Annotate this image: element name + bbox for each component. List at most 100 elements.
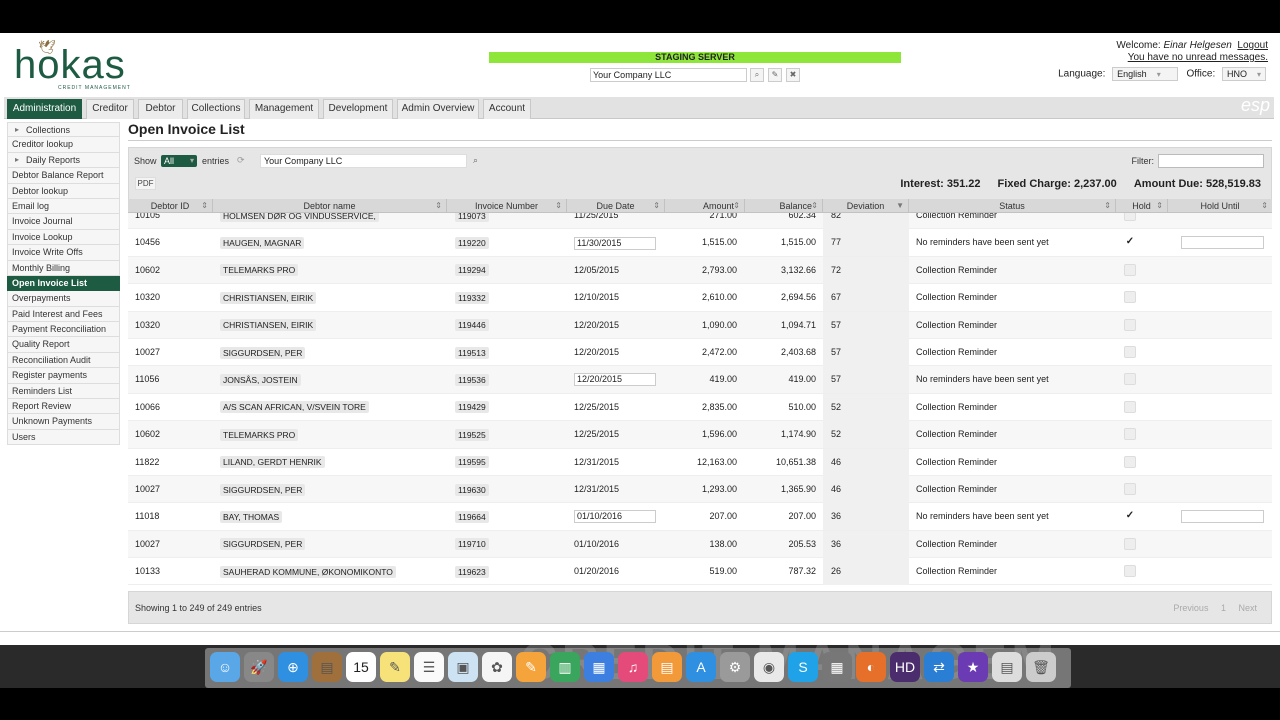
invoice-number-link[interactable]: 119332 bbox=[455, 291, 489, 304]
col-debtor-name[interactable]: Debtor name ⇕ bbox=[213, 199, 447, 213]
contacts-icon[interactable]: ▤ bbox=[312, 652, 342, 682]
finder-icon[interactable]: ☺ bbox=[210, 652, 240, 682]
tab-management[interactable]: Management bbox=[249, 99, 319, 119]
debtor-name-link[interactable]: HOLMSEN DØR OG VINDUSSERVICE, bbox=[220, 213, 379, 222]
debtor-name-link[interactable]: A/S SCAN AFRICAN, V/SVEIN TORE bbox=[220, 401, 369, 414]
office-select[interactable]: HNO bbox=[1222, 67, 1266, 81]
sidebar-item-reminders-list[interactable]: Reminders List bbox=[7, 383, 120, 400]
tab-debtor[interactable]: Debtor bbox=[138, 99, 183, 119]
table-row[interactable]: 10027 SIGGURDSEN, PER 119710 01/10/2016 138.… bbox=[128, 530, 1272, 559]
debtor-name-link[interactable]: SAUHERAD KOMMUNE, ØKONOMIKONTO bbox=[220, 565, 396, 578]
invoice-number-link[interactable]: 119429 bbox=[455, 401, 489, 414]
invoice-number-link[interactable]: 119525 bbox=[455, 428, 489, 441]
table-row[interactable]: 11056 JONSÅS, JOSTEIN 119536 12/20/2015 419.… bbox=[128, 366, 1272, 394]
preview-icon[interactable]: ▣ bbox=[448, 652, 478, 682]
debtor-name-link[interactable]: SIGGURDSEN, PER bbox=[220, 346, 306, 359]
debtor-name-link[interactable]: CHRISTIANSEN, EIRIK bbox=[220, 291, 317, 304]
sidebar-item-monthly-billing[interactable]: Monthly Billing bbox=[7, 260, 120, 276]
filter-input[interactable] bbox=[1158, 154, 1264, 168]
app-store-icon[interactable]: A bbox=[686, 652, 716, 682]
table-row[interactable]: 10066 A/S SCAN AFRICAN, V/SVEIN TORE 11942… bbox=[128, 393, 1272, 422]
logo[interactable]: 🕊 hokas CREDIT MANAGEMENT bbox=[14, 39, 134, 91]
col-status[interactable]: Status ⇕ bbox=[909, 199, 1116, 213]
imovie-icon[interactable]: ★ bbox=[958, 652, 988, 682]
messages-link[interactable]: You have no unread messages. bbox=[1128, 52, 1268, 63]
table-row[interactable]: 10133 SAUHERAD KOMMUNE, ØKONOMIKONTO 11962… bbox=[128, 558, 1272, 586]
safari-icon[interactable]: ⊕ bbox=[278, 652, 308, 682]
table-row[interactable]: 10320 CHRISTIANSEN, EIRIK 119446 12/20/2015… bbox=[128, 311, 1272, 339]
debtor-name-link[interactable]: SIGGURDSEN, PER bbox=[220, 538, 306, 551]
due-date-input[interactable]: 01/10/2016 bbox=[574, 510, 656, 524]
invoice-number-link[interactable]: 119073 bbox=[455, 213, 489, 222]
due-date-input[interactable]: 12/20/2015 bbox=[574, 373, 656, 387]
due-date-input[interactable]: 11/30/2015 bbox=[574, 236, 656, 250]
table-row[interactable]: 10320 CHRISTIANSEN, EIRIK 119332 12/10/2015… bbox=[128, 284, 1272, 312]
firefox-icon[interactable]: ◐ bbox=[856, 652, 886, 682]
sidebar-item-invoice-journal[interactable]: Invoice Journal bbox=[7, 214, 120, 230]
sidebar-item-creditor-lookup[interactable]: Creditor lookup bbox=[7, 137, 120, 153]
previous-button[interactable]: Previous bbox=[1173, 603, 1208, 613]
reminders-icon[interactable]: ☰ bbox=[414, 652, 444, 682]
col-debtor-id[interactable]: Debtor ID ⇕ bbox=[128, 199, 213, 213]
hold-checkbox[interactable]: ✓ bbox=[1124, 510, 1136, 523]
itunes-icon[interactable]: ♫ bbox=[618, 652, 648, 682]
keynote-icon[interactable]: ▦ bbox=[584, 652, 614, 682]
debtor-name-link[interactable]: CHRISTIANSEN, EIRIK bbox=[220, 319, 317, 332]
sidebar-item-open-invoice-list[interactable]: Open Invoice List bbox=[7, 275, 120, 292]
debtor-name-link[interactable]: LILAND, GERDT HENRIK bbox=[220, 456, 325, 469]
invoice-number-link[interactable]: 119536 bbox=[455, 373, 489, 386]
hold-checkbox[interactable] bbox=[1124, 263, 1136, 276]
hold-checkbox[interactable] bbox=[1124, 482, 1136, 495]
debtor-name-link[interactable]: SIGGURDSEN, PER bbox=[220, 483, 306, 496]
sidebar-item-daily-reports[interactable]: Daily Reports bbox=[7, 152, 120, 169]
hold-until-input[interactable] bbox=[1181, 510, 1264, 524]
hold-checkbox[interactable] bbox=[1124, 565, 1136, 578]
debtor-name-link[interactable]: BAY, THOMAS bbox=[220, 510, 283, 523]
sidebar-item-register-payments[interactable]: Register payments bbox=[7, 368, 120, 384]
language-select[interactable]: English bbox=[1112, 67, 1179, 81]
hold-checkbox[interactable] bbox=[1124, 537, 1136, 550]
table-row[interactable]: 10602 TELEMARKS PRO 119525 12/25/2015 1,596.… bbox=[128, 421, 1272, 449]
table-row[interactable]: 10027 SIGGURDSEN, PER 119630 12/31/2015 1,29… bbox=[128, 475, 1272, 504]
col-hold[interactable]: Hold ⇕ bbox=[1116, 199, 1168, 213]
launchpad-icon[interactable]: 🚀 bbox=[244, 652, 274, 682]
teamviewer-icon[interactable]: ⇄ bbox=[924, 652, 954, 682]
documents-icon[interactable]: ▤ bbox=[992, 652, 1022, 682]
skype-icon[interactable]: S bbox=[788, 652, 818, 682]
table-row[interactable]: 10456 HAUGEN, MAGNAR 119220 11/30/2015 1,515… bbox=[128, 229, 1272, 257]
table-row[interactable]: 10105 HOLMSEN DØR OG VINDUSSERVICE, 119073… bbox=[128, 213, 1272, 230]
sidebar-item-payment-reconciliation[interactable]: Payment Reconciliation bbox=[7, 322, 120, 338]
tab-collections[interactable]: Collections bbox=[187, 99, 245, 119]
sidebar-item-unknown-payments[interactable]: Unknown Payments bbox=[7, 414, 120, 430]
col-invoice-number[interactable]: Invoice Number ⇕ bbox=[447, 199, 567, 213]
sidebar-item-debtor-lookup[interactable]: Debtor lookup bbox=[7, 183, 120, 199]
invoice-number-link[interactable]: 119630 bbox=[455, 483, 489, 496]
hold-checkbox[interactable] bbox=[1124, 318, 1136, 331]
edit-icon[interactable]: ✎ bbox=[768, 68, 782, 82]
invoice-number-link[interactable]: 119595 bbox=[455, 456, 489, 469]
debtor-name-link[interactable]: HAUGEN, MAGNAR bbox=[220, 237, 305, 250]
tab-creditor[interactable]: Creditor bbox=[86, 99, 134, 119]
logout-link[interactable]: Logout bbox=[1237, 40, 1268, 51]
debtor-name-link[interactable]: JONSÅS, JOSTEIN bbox=[220, 373, 301, 386]
pdf-button[interactable]: PDF bbox=[135, 177, 156, 190]
table-body[interactable]: 10105 HOLMSEN DØR OG VINDUSSERVICE, 119073… bbox=[128, 213, 1272, 620]
col-hold-until[interactable]: Hold Until ⇕ bbox=[1168, 199, 1272, 213]
show-entries-select[interactable]: All bbox=[161, 155, 197, 167]
hold-checkbox[interactable] bbox=[1124, 455, 1136, 468]
invoice-number-link[interactable]: 119513 bbox=[455, 346, 489, 359]
table-row[interactable]: 11018 BAY, THOMAS 119664 01/10/2016 207.00 20… bbox=[128, 503, 1272, 531]
invoice-number-link[interactable]: 119710 bbox=[455, 538, 489, 551]
sidebar-item-collections[interactable]: Collections bbox=[7, 122, 120, 138]
table-row[interactable]: 10027 SIGGURDSEN, PER 119513 12/20/2015 2,47… bbox=[128, 338, 1272, 367]
debtor-name-link[interactable]: TELEMARKS PRO bbox=[220, 264, 299, 277]
sidebar-item-overpayments[interactable]: Overpayments bbox=[7, 291, 120, 307]
calculator-icon[interactable]: ▦ bbox=[822, 652, 852, 682]
hold-checkbox[interactable] bbox=[1124, 373, 1136, 386]
search-icon[interactable]: ⌕ bbox=[750, 68, 764, 82]
sidebar-item-users[interactable]: Users bbox=[7, 429, 120, 446]
notes-icon[interactable]: ✎ bbox=[380, 652, 410, 682]
hold-checkbox[interactable] bbox=[1124, 291, 1136, 304]
hold-checkbox[interactable] bbox=[1124, 213, 1136, 221]
page-number[interactable]: 1 bbox=[1221, 603, 1226, 613]
